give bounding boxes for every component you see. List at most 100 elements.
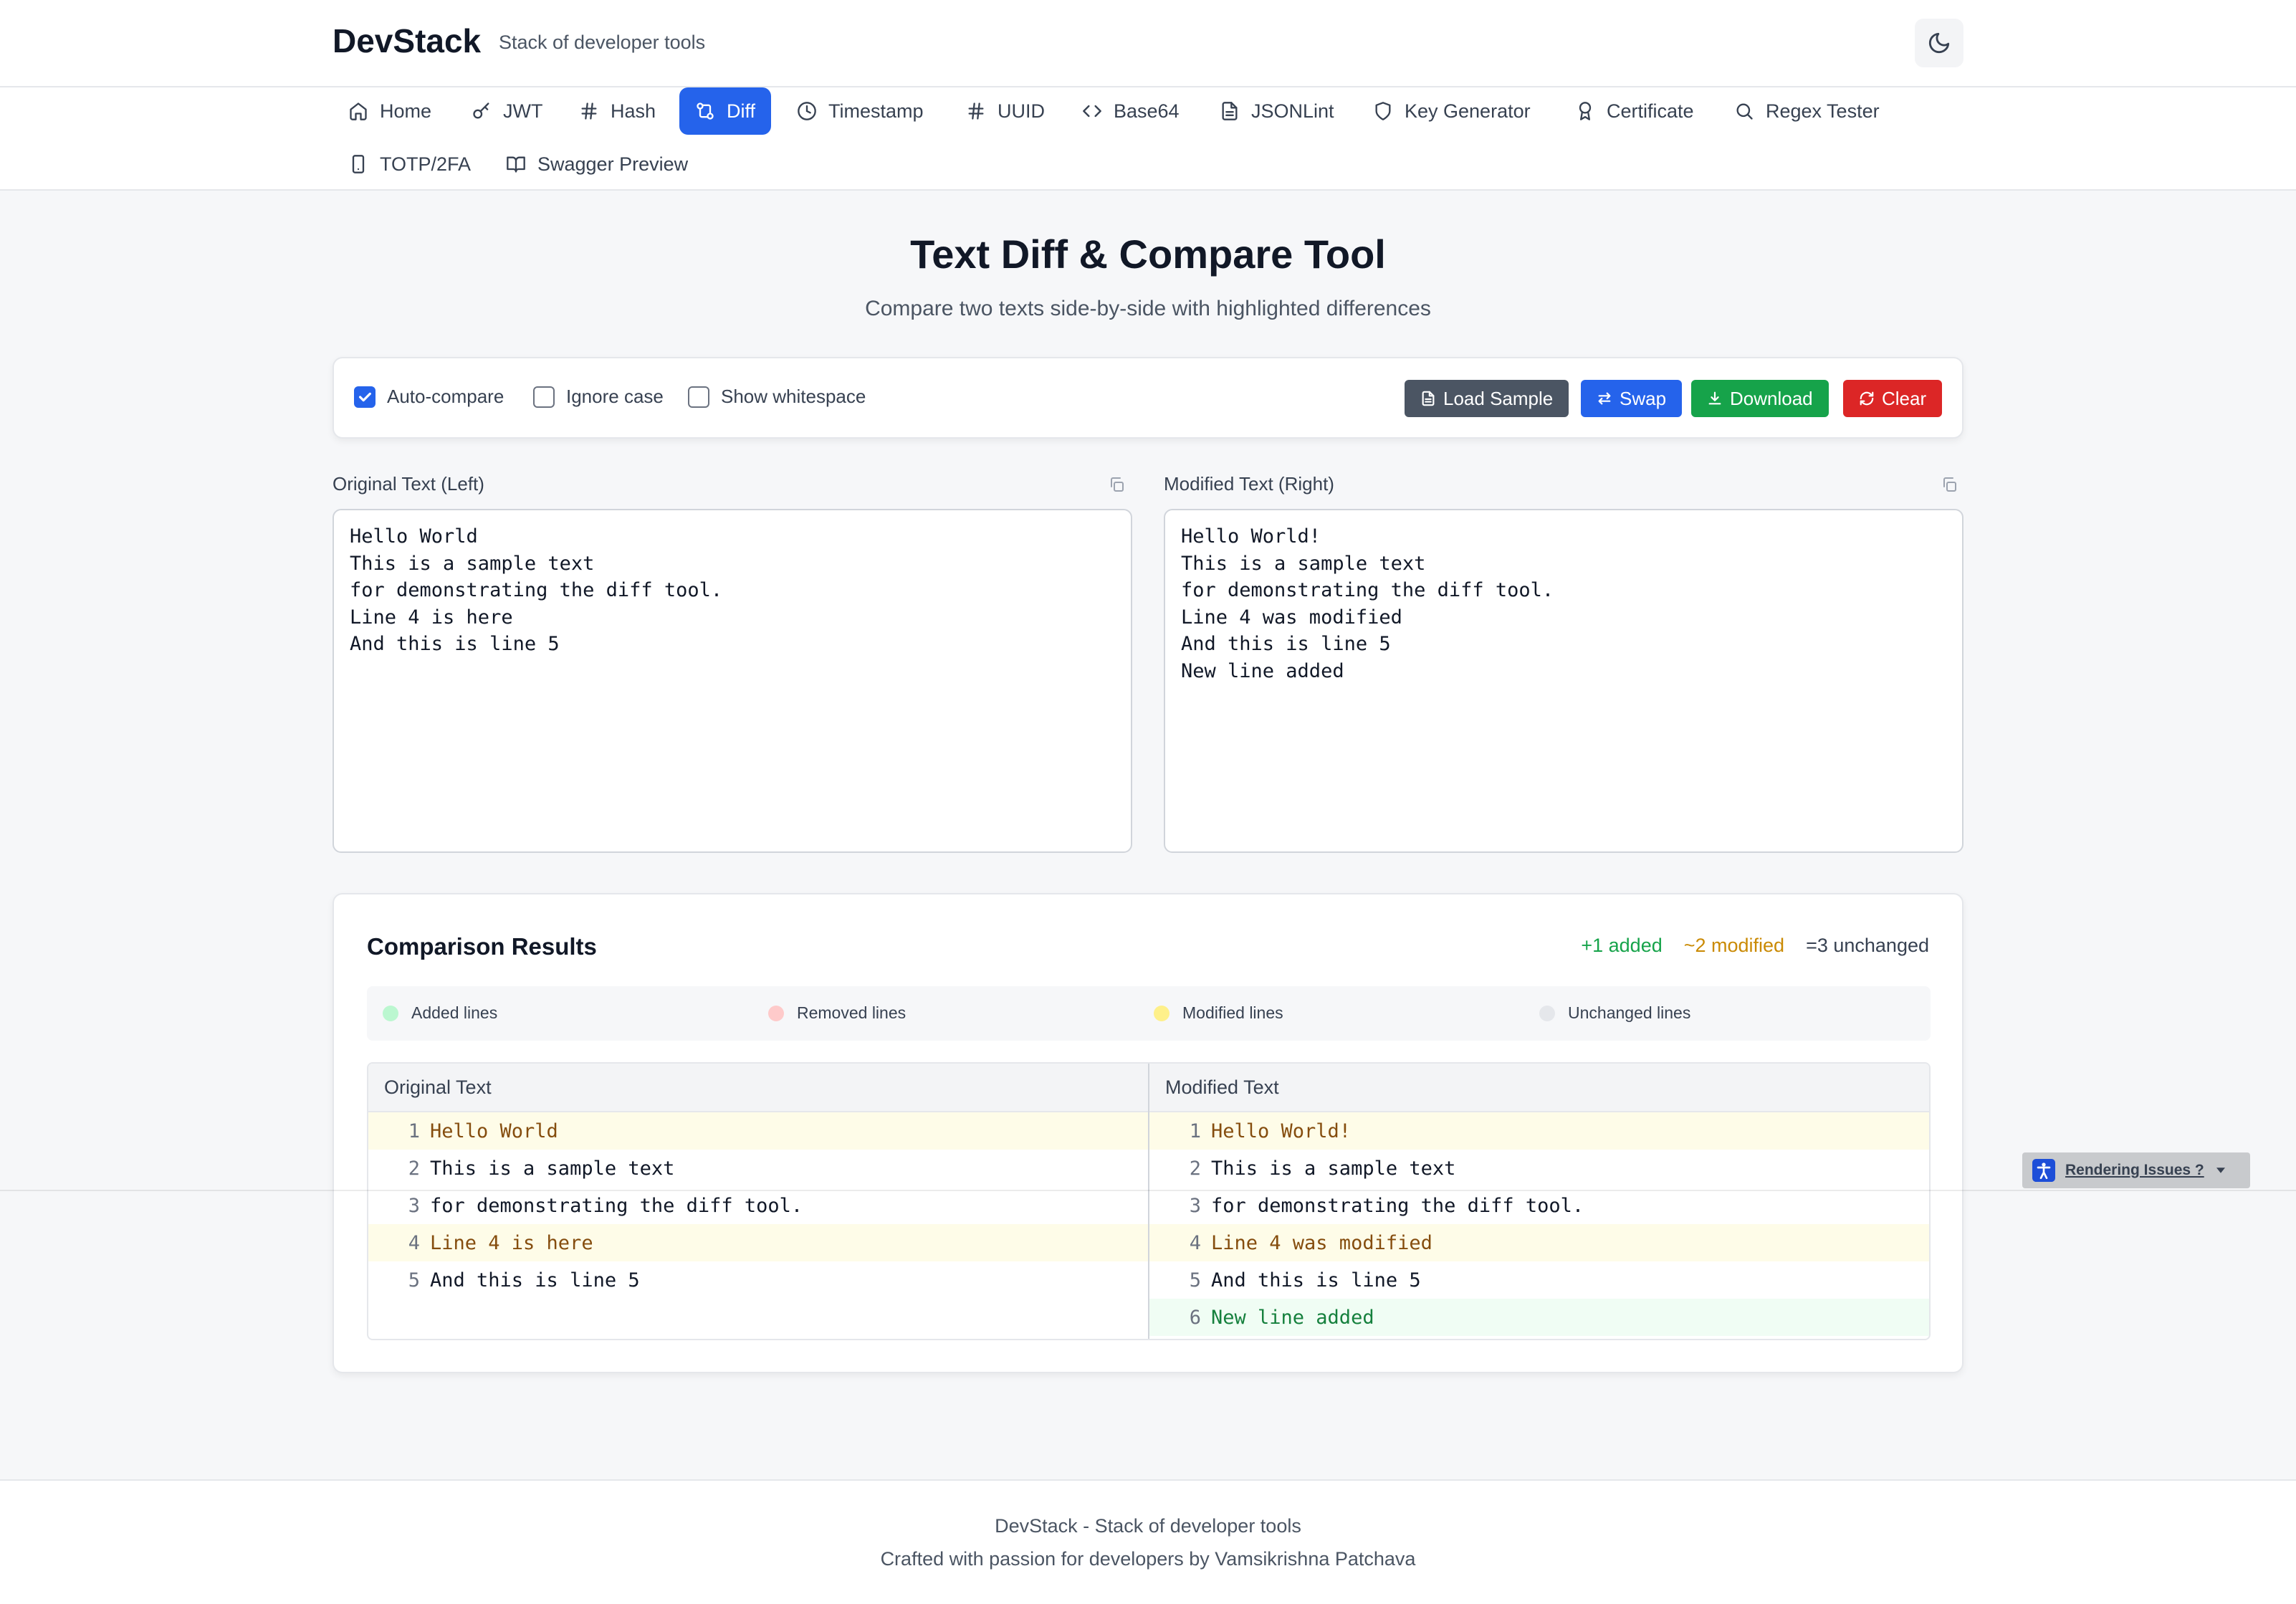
diff-line: 2 This is a sample text — [368, 1150, 1148, 1187]
line-number: 1 — [1189, 1120, 1201, 1142]
nav-item-key-generator[interactable]: Key Generator — [1357, 87, 1546, 135]
diff-modified-header: Modified Text — [1149, 1064, 1929, 1112]
app-header: DevStack Stack of developer tools — [0, 0, 2296, 87]
line-text: for demonstrating the diff tool. — [430, 1194, 803, 1217]
clock-icon — [798, 102, 816, 120]
diff-original-header: Original Text — [368, 1064, 1148, 1112]
auto-compare-checkbox[interactable]: Auto-compare — [354, 386, 504, 408]
nav-item-label: Hash — [611, 100, 656, 122]
page-footer: DevStack - Stack of developer tools Craf… — [0, 1479, 2296, 1604]
copy-icon[interactable] — [1108, 476, 1125, 493]
nav-item-regex-tester[interactable]: Regex Tester — [1718, 87, 1895, 135]
line-text: New line added — [1211, 1306, 1374, 1329]
swap-icon — [1598, 392, 1611, 405]
code-icon — [1083, 105, 1101, 118]
nav-item-home[interactable]: Home — [333, 87, 447, 135]
nav-item-label: Swagger Preview — [537, 153, 689, 175]
unchanged-count: =3 unchanged — [1806, 935, 1929, 956]
nav-item-swagger-preview[interactable]: Swagger Preview — [490, 140, 704, 188]
line-text: Line 4 was modified — [1211, 1231, 1432, 1254]
search-icon — [1736, 103, 1753, 120]
page-title: Text Diff & Compare Tool — [910, 231, 1386, 277]
nav-item-label: JSONLint — [1251, 100, 1334, 122]
nav-item-jwt[interactable]: JWT — [456, 87, 558, 135]
file-text-icon — [1222, 102, 1238, 120]
load-sample-button[interactable]: Load Sample — [1405, 380, 1569, 417]
diff-table: Original Text 1 Hello World 2 This is a … — [367, 1062, 1931, 1340]
diff-line: 2 This is a sample text — [1149, 1150, 1929, 1187]
show-whitespace-checkbox[interactable]: Show whitespace — [688, 386, 866, 408]
git-compare-icon — [697, 102, 714, 120]
award-icon — [1579, 102, 1592, 120]
moon-icon — [1928, 32, 1950, 54]
nav-item-label: TOTP/2FA — [380, 153, 472, 175]
legend-label: Unchanged lines — [1568, 1003, 1691, 1022]
line-number: 5 — [1189, 1269, 1201, 1292]
modified-text-label: Modified Text (Right) — [1164, 473, 1334, 495]
original-text-label: Original Text (Left) — [333, 473, 484, 495]
brand-tagline: Stack of developer tools — [499, 32, 706, 53]
footer-credit: Crafted with passion for developers by V… — [880, 1548, 1416, 1570]
button-label: Clear — [1882, 387, 1927, 409]
nav-item-base64[interactable]: Base64 — [1066, 87, 1195, 135]
legend-label: Added lines — [411, 1003, 498, 1022]
download-button[interactable]: Download — [1691, 380, 1829, 417]
overlay-divider — [0, 1190, 2296, 1191]
rendering-issues-widget[interactable]: Rendering Issues ? — [2022, 1152, 2250, 1188]
rendering-issues-link[interactable]: Rendering Issues ? — [2065, 1162, 2204, 1179]
diff-line: 4 Line 4 was modified — [1149, 1224, 1929, 1261]
line-number: 2 — [1189, 1157, 1201, 1180]
page-subtitle: Compare two texts side-by-side with high… — [865, 297, 1431, 320]
checkbox-box[interactable] — [688, 386, 709, 408]
nav-item-hash[interactable]: Hash — [563, 87, 671, 135]
diff-original-column: Original Text 1 Hello World 2 This is a … — [368, 1064, 1149, 1339]
checkbox-label: Ignore case — [566, 386, 664, 407]
legend-modified: Modified lines — [1154, 1003, 1283, 1023]
diff-line: 6 New line added — [1149, 1299, 1929, 1336]
line-text: Line 4 is here — [430, 1231, 593, 1254]
diff-line: 4 Line 4 is here — [368, 1224, 1148, 1261]
copy-icon[interactable] — [1941, 476, 1958, 493]
original-text-input[interactable]: Hello World This is a sample text for de… — [333, 509, 1132, 853]
modified-text-input[interactable]: Hello World! This is a sample text for d… — [1164, 509, 1963, 853]
line-number: 3 — [1189, 1194, 1201, 1217]
diff-line: 1 Hello World! — [1149, 1112, 1929, 1150]
line-number: 6 — [1189, 1306, 1201, 1329]
ignore-case-checkbox[interactable]: Ignore case — [533, 386, 664, 408]
diff-line: 3 for demonstrating the diff tool. — [368, 1187, 1148, 1224]
hash-icon — [581, 102, 597, 120]
nav-item-timestamp[interactable]: Timestamp — [781, 87, 939, 135]
legend-dot — [383, 1005, 398, 1021]
checkbox-box[interactable] — [533, 386, 555, 408]
options-bar: Auto-compare Ignore case Show whitespace… — [333, 357, 1963, 439]
nav-item-diff[interactable]: Diff — [679, 87, 772, 135]
line-text: for demonstrating the diff tool. — [1211, 1194, 1584, 1217]
brand-logo[interactable]: DevStack — [333, 22, 481, 60]
nav-item-label: Timestamp — [828, 100, 924, 122]
nav-item-totp[interactable]: TOTP/2FA — [333, 140, 487, 188]
nav-item-certificate[interactable]: Certificate — [1559, 87, 1710, 135]
line-text: And this is line 5 — [430, 1269, 640, 1292]
results-title: Comparison Results — [367, 933, 597, 960]
legend-dot — [1154, 1005, 1169, 1021]
button-label: Swap — [1620, 387, 1667, 409]
nav-item-label: UUID — [998, 100, 1045, 122]
diff-line: 5 And this is line 5 — [368, 1261, 1148, 1299]
line-text: Hello World! — [1211, 1120, 1352, 1142]
legend-unchanged: Unchanged lines — [1539, 1003, 1690, 1023]
swap-button[interactable]: Swap — [1581, 380, 1683, 417]
nav-item-label: Base64 — [1114, 100, 1180, 122]
nav-item-uuid[interactable]: UUID — [950, 87, 1061, 135]
theme-toggle-button[interactable] — [1915, 19, 1963, 67]
clear-button[interactable]: Clear — [1843, 380, 1943, 417]
nav-item-jsonlint[interactable]: JSONLint — [1204, 87, 1350, 135]
smartphone-icon — [352, 155, 365, 173]
legend-label: Modified lines — [1182, 1003, 1283, 1022]
caret-down-icon[interactable] — [2214, 1164, 2227, 1177]
book-open-icon — [507, 156, 525, 173]
nav-item-label: Certificate — [1607, 100, 1694, 122]
diff-line: 1 Hello World — [368, 1112, 1148, 1150]
key-icon — [473, 102, 489, 119]
nav-item-label: Diff — [727, 100, 756, 122]
checkbox-box[interactable] — [354, 386, 376, 408]
